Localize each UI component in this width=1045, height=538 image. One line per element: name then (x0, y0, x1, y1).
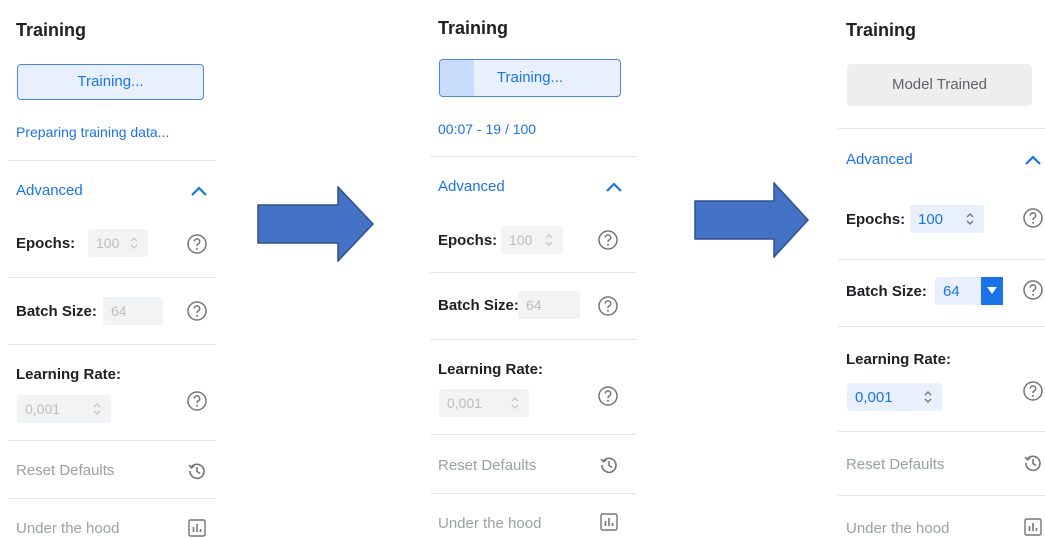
epochs-value: 100 (918, 211, 944, 228)
up-down-stepper-icon (130, 237, 138, 249)
batch-size-value: 64 (526, 297, 542, 313)
help-circle-icon[interactable] (1022, 207, 1044, 229)
bar-chart-icon[interactable] (1023, 517, 1043, 537)
up-down-stepper-icon (511, 397, 519, 409)
divider (838, 326, 1045, 327)
under-the-hood-button[interactable]: Under the hood (846, 520, 949, 537)
training-button[interactable]: Training... (439, 59, 621, 97)
bar-chart-icon[interactable] (599, 512, 619, 532)
training-status: Preparing training data... (16, 124, 170, 140)
advanced-toggle[interactable]: Advanced (438, 178, 505, 195)
reset-defaults-button[interactable]: Reset Defaults (846, 456, 944, 473)
panel-title: Training (846, 20, 917, 40)
panel-title: Training (438, 18, 509, 38)
chevron-up-icon[interactable] (190, 185, 208, 197)
up-down-stepper-icon[interactable] (922, 389, 934, 405)
batch-size-label: Batch Size: (846, 283, 927, 300)
divider (8, 344, 216, 345)
chevron-up-icon[interactable] (1024, 154, 1042, 166)
help-circle-icon[interactable] (186, 390, 208, 412)
learning-rate-value: 0,001 (855, 389, 893, 406)
training-progress-fill (440, 60, 475, 96)
help-circle-icon[interactable] (597, 385, 619, 407)
help-circle-icon[interactable] (186, 300, 208, 322)
up-down-stepper-icon (545, 234, 553, 246)
learning-rate-label: Learning Rate: (16, 366, 122, 383)
history-icon[interactable] (599, 455, 619, 475)
epochs-stepper: 100 (88, 229, 148, 257)
help-circle-icon[interactable] (186, 233, 208, 255)
history-icon[interactable] (187, 461, 207, 481)
epochs-value: 100 (96, 235, 120, 251)
learning-rate-value: 0,001 (447, 395, 483, 411)
training-panel-in-progress: Training Training... 00:07 - 19 / 100 Ad… (430, 0, 636, 538)
training-panel-preparing: Training Training... Preparing training … (8, 0, 216, 538)
learning-rate-stepper: 0,001 (17, 395, 111, 423)
epochs-stepper[interactable]: 100 (910, 205, 984, 233)
training-button[interactable]: Training... (17, 64, 204, 100)
training-status: 00:07 - 19 / 100 (438, 121, 537, 137)
dropdown-arrow-icon[interactable] (981, 277, 1003, 305)
learning-rate-value: 0,001 (25, 401, 61, 417)
divider (8, 498, 216, 499)
divider (838, 259, 1045, 260)
up-down-stepper-icon (93, 403, 101, 415)
divider (430, 339, 636, 340)
right-arrow-icon (694, 182, 810, 258)
under-the-hood-button[interactable]: Under the hood (16, 520, 119, 537)
batch-size-value: 64 (111, 303, 127, 319)
batch-size-select: 64 (103, 297, 163, 325)
help-circle-icon[interactable] (597, 229, 619, 251)
help-circle-icon[interactable] (1022, 279, 1044, 301)
model-trained-button[interactable]: Model Trained (847, 64, 1032, 106)
divider (8, 440, 216, 441)
divider (430, 156, 636, 157)
batch-size-select: 64 (518, 291, 580, 319)
reset-defaults-button[interactable]: Reset Defaults (16, 462, 114, 479)
divider (838, 495, 1045, 496)
reset-defaults-button[interactable]: Reset Defaults (438, 457, 536, 474)
divider (430, 434, 636, 435)
learning-rate-stepper[interactable]: 0,001 (847, 383, 942, 411)
batch-size-value: 64 (943, 283, 960, 300)
up-down-stepper-icon[interactable] (964, 211, 976, 227)
panel-title: Training (16, 20, 87, 40)
model-trained-label: Model Trained (891, 76, 988, 93)
history-icon[interactable] (1023, 453, 1043, 473)
chevron-up-icon[interactable] (605, 181, 623, 193)
divider (8, 277, 216, 278)
training-panel-trained: Training Model Trained Advanced Epochs: … (838, 0, 1045, 538)
epochs-value: 100 (509, 232, 533, 248)
batch-size-label: Batch Size: (16, 303, 97, 320)
epochs-label: Epochs: (846, 211, 906, 228)
epochs-label: Epochs: (16, 235, 76, 252)
help-circle-icon[interactable] (597, 295, 619, 317)
training-button-label: Training... (77, 73, 144, 90)
divider (430, 493, 636, 494)
batch-size-label: Batch Size: (438, 297, 519, 314)
batch-size-select[interactable]: 64 (935, 277, 1003, 305)
divider (838, 128, 1045, 129)
advanced-toggle[interactable]: Advanced (846, 151, 913, 168)
divider (838, 431, 1045, 432)
learning-rate-stepper: 0,001 (439, 389, 529, 417)
training-button-label: Training... (496, 69, 564, 86)
epochs-stepper: 100 (501, 226, 563, 254)
under-the-hood-button[interactable]: Under the hood (438, 515, 541, 532)
learning-rate-label: Learning Rate: (846, 351, 952, 368)
divider (8, 160, 216, 161)
learning-rate-label: Learning Rate: (438, 361, 544, 378)
divider (430, 272, 636, 273)
advanced-toggle[interactable]: Advanced (16, 182, 83, 199)
bar-chart-icon[interactable] (187, 518, 207, 538)
epochs-label: Epochs: (438, 232, 498, 249)
right-arrow-icon (257, 186, 375, 262)
help-circle-icon[interactable] (1022, 380, 1044, 402)
